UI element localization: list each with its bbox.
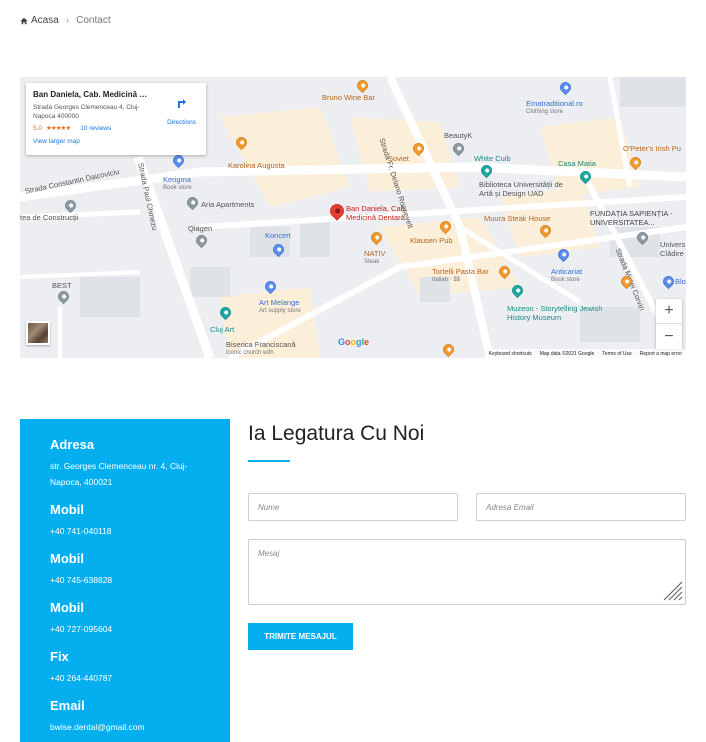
contact-label: Email — [50, 698, 85, 713]
contact-label: Adresa — [50, 437, 95, 452]
submit-button[interactable]: TRIMITE MESAJUL — [248, 623, 353, 650]
terms-link[interactable]: Terms of Use — [602, 351, 631, 357]
contact-label: Mobil — [50, 600, 84, 615]
form-title: Ia Legatura Cu Noi — [248, 422, 425, 445]
map-label-opeters: O'Peter's Irish Pu — [623, 144, 681, 153]
zoom-in-button[interactable]: + — [656, 299, 682, 324]
map-label-koncert: Koncert — [265, 231, 291, 240]
reviews-link[interactable]: 10 reviews — [80, 125, 111, 132]
name-input[interactable] — [248, 493, 458, 521]
map-label-klausen: Klausen Pub — [410, 236, 453, 245]
contact-mobile-1: Mobil +40 741-040118 — [50, 502, 230, 539]
map-label-bruno: Bruno Wine Bar — [322, 93, 375, 102]
map-place-card: Ban Daniela, Cab. Medicină D... Strada G… — [26, 83, 206, 155]
map-label-muura: Muura Steak House — [484, 214, 551, 223]
breadcrumb-separator: › — [65, 15, 70, 26]
contact-info-panel: Adresa str. Georges Clemenceau nr. 4, Cl… — [20, 419, 230, 742]
contact-label: Mobil — [50, 502, 84, 517]
contact-mobile-3: Mobil +40 727-095604 — [50, 600, 230, 637]
google-logo: Google — [338, 337, 370, 347]
view-larger-map-link[interactable]: View larger map — [33, 138, 199, 145]
map-label-tortelli: Tortelli Pasta Bar Italian · $$ — [432, 267, 489, 283]
contact-value[interactable]: +40 745-638828 — [50, 572, 230, 588]
map-label-constructii: tea de Construcții — [20, 213, 79, 222]
contact-value: str. Georges Clemenceau nr. 4, Cluj-Napo… — [50, 461, 188, 487]
contact-label: Mobil — [50, 551, 84, 566]
rating-value: 5.0 — [33, 124, 43, 132]
map-label-biserica: Biserica Franciscană Iconic church with — [226, 340, 296, 356]
map-label-biblioteca: Biblioteca Universității de Artă și Desi… — [479, 180, 563, 198]
map-label-univ: Univers Clădire — [660, 240, 686, 258]
breadcrumb: Acasa › Contact — [20, 15, 111, 26]
title-underline — [248, 460, 290, 462]
map-label-art-melange: Art Melange Art supply store — [259, 298, 301, 314]
place-title: Ban Daniela, Cab. Medicină D... — [33, 90, 151, 99]
contact-value[interactable]: bwise.dental@gmail.com — [50, 719, 230, 735]
email-input[interactable] — [476, 493, 686, 521]
resize-handle-icon[interactable] — [661, 579, 683, 601]
map-data-text: Map data ©2021 Google — [539, 350, 595, 357]
map-label-ban-daniela: Ban Daniela, Cab. Medicină Dentară — [346, 204, 407, 222]
star-icons: ★★★★★ — [46, 125, 71, 132]
map-label-qiagen: Qiagen — [188, 224, 213, 233]
message-textarea[interactable] — [248, 539, 686, 605]
directions-button[interactable]: Directions — [167, 95, 196, 129]
google-map[interactable]: Bruno Wine Bar Strada Fr. Delano Rooseve… — [20, 77, 686, 358]
map-label-kerigma: Kerigma Book store — [163, 175, 192, 191]
breadcrumb-current: Contact — [76, 15, 111, 26]
map-label-karolina: Karolina Augusta — [228, 161, 285, 170]
contact-value[interactable]: +40 264-440787 — [50, 670, 230, 686]
contact-label: Fix — [50, 649, 69, 664]
map-attribution: Keyboard shortcuts Map data ©2021 Google… — [484, 349, 686, 358]
report-error-link[interactable]: Report a map error — [640, 351, 682, 357]
map-label-nativ: NATIV Steak — [364, 249, 386, 265]
contact-value[interactable]: +40 727-095604 — [50, 621, 230, 637]
contact-mobile-2: Mobil +40 745-638828 — [50, 551, 230, 588]
map-label-fundatia: FUNDAȚIA SAPIENȚIA - UNIVERSITATEA... — [590, 209, 673, 227]
map-label-best: BEST — [52, 281, 72, 290]
zoom-out-button[interactable]: − — [656, 324, 682, 349]
breadcrumb-home-label: Acasa — [31, 15, 59, 26]
map-label-blo: Blo — [675, 277, 686, 286]
map-label-anticariat: Anticariat Book store — [551, 267, 583, 283]
map-label-beautyk: BeautyK — [444, 131, 473, 140]
home-icon — [20, 17, 28, 24]
satellite-toggle-button[interactable] — [26, 321, 50, 345]
map-label-white-cuib: White Cuib — [474, 154, 511, 163]
place-address: Strada Georges Clemenceau 4, Cluj-Napoca… — [33, 104, 140, 120]
keyboard-shortcuts-link[interactable]: Keyboard shortcuts — [489, 351, 532, 357]
contact-email: Email bwise.dental@gmail.com — [50, 698, 230, 735]
map-label-casa-matia: Casa Matia — [558, 159, 596, 168]
breadcrumb-home-link[interactable]: Acasa — [20, 15, 59, 26]
contact-landline: Fix +40 264-440787 — [50, 649, 230, 686]
contact-address: Adresa str. Georges Clemenceau nr. 4, Cl… — [50, 437, 230, 490]
map-label-ematraditional: Ematraditional.ro Clothing store — [526, 99, 583, 115]
map-label-cluj-art: Cluj Art — [210, 325, 235, 334]
directions-label: Directions — [167, 119, 196, 126]
map-label-soviet: Soviet — [388, 154, 409, 163]
contact-value[interactable]: +40 741-040118 — [50, 523, 230, 539]
directions-icon — [176, 95, 186, 108]
map-label-muzeon: Muzeon - Storytelling Jewish History Mus… — [507, 304, 603, 322]
map-label-aria: Aria Apartments — [201, 200, 255, 209]
zoom-controls: + − — [656, 299, 682, 349]
